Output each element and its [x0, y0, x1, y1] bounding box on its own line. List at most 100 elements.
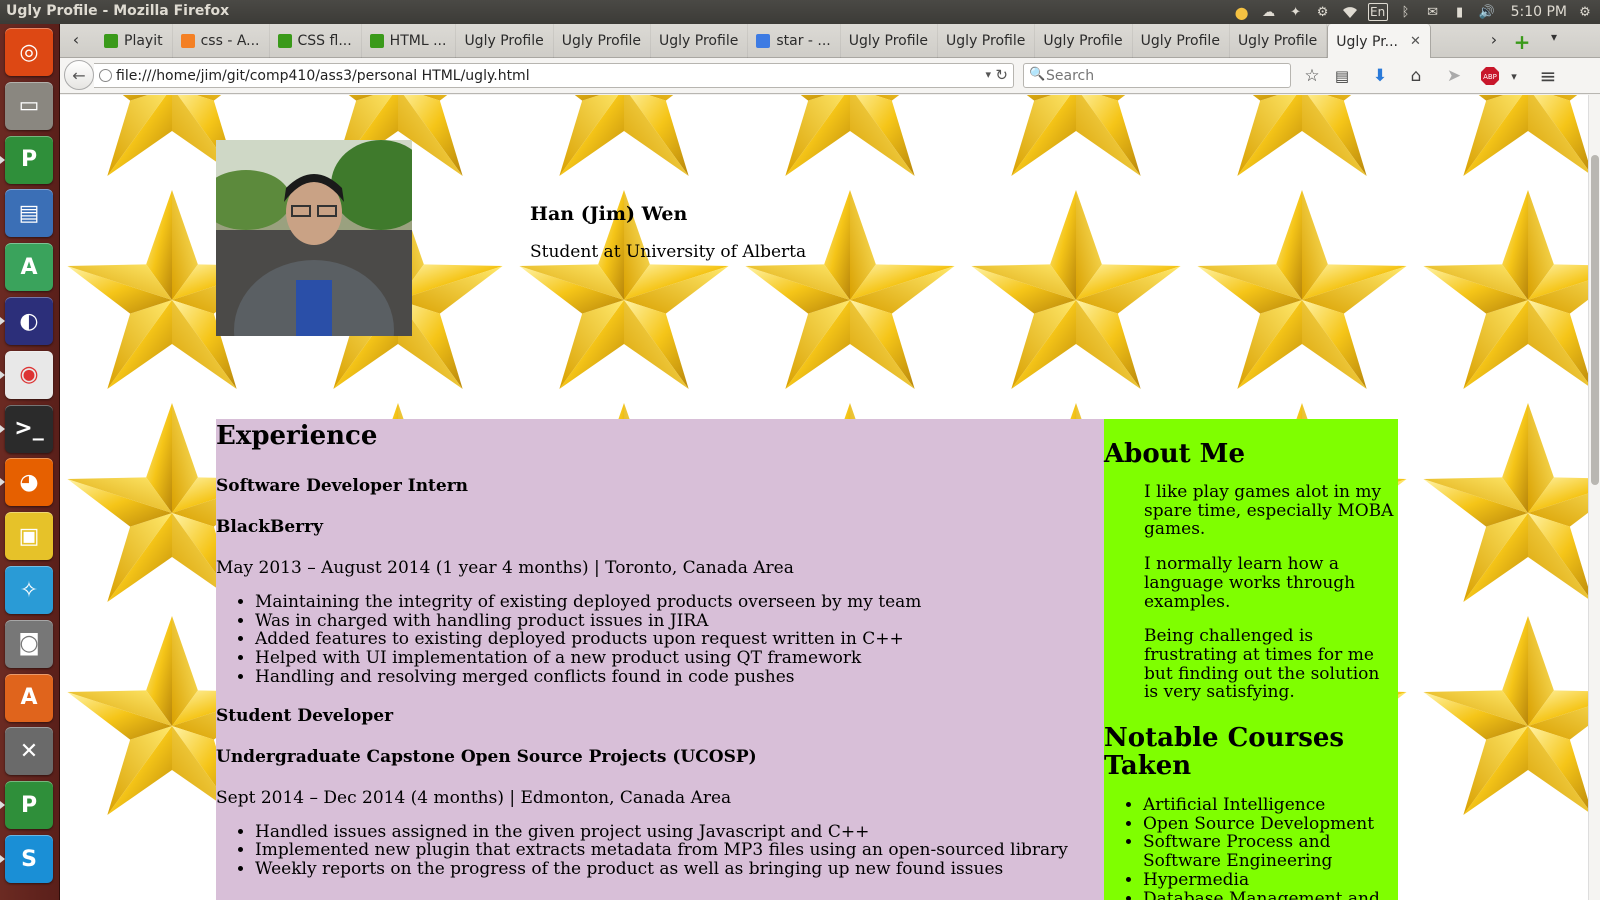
system-settings-icon[interactable]: ✕ [5, 727, 53, 776]
writer-icon[interactable]: ▤ [5, 189, 53, 238]
keyboard-layout-indicator[interactable]: En [1367, 3, 1388, 21]
top-panel: Ugly Profile - Mozilla Firefox ● ☁ ✦ ⚙ E… [0, 0, 1600, 24]
dropbox-icon[interactable]: ✦ [1287, 4, 1305, 20]
home-icon[interactable]: ⌂ [1404, 64, 1428, 88]
tab[interactable]: Ugly Profile [554, 24, 652, 58]
chrome-icon[interactable]: ◉ [5, 350, 53, 399]
job-duty: Was in charged with handling product iss… [255, 611, 1104, 631]
tab[interactable]: CSS fl... [270, 24, 362, 58]
tab[interactable]: Ugly Profile [1230, 24, 1328, 58]
search-input[interactable] [1046, 66, 1286, 86]
files-icon[interactable]: ▭ [5, 81, 53, 130]
tab[interactable]: HTML ... [362, 24, 457, 58]
tab-scroll-right-icon[interactable]: › [1484, 30, 1504, 52]
tab-scroll-left-icon[interactable]: ‹ [66, 30, 86, 52]
job-company: BlackBerry [216, 517, 323, 537]
tab-active[interactable]: Ugly Pr... ✕ [1327, 24, 1431, 59]
tab-label: Ugly Profile [561, 33, 642, 49]
site-identity-icon[interactable] [99, 69, 112, 82]
about-paragraph: I like play games alot in my spare time,… [1144, 482, 1394, 540]
about-me-section: About Me I like play games alot in my sp… [1104, 419, 1398, 900]
skype-icon[interactable]: S [5, 835, 53, 883]
reading-list-icon[interactable]: ▤ [1330, 64, 1354, 88]
url-text[interactable]: file:///home/jim/git/comp410/ass3/person… [116, 68, 530, 84]
star-shape [971, 190, 1181, 389]
about-paragraph: Being challenged is frustrating at times… [1144, 626, 1380, 703]
tab[interactable]: css - A... [173, 24, 270, 58]
back-button[interactable]: ← [64, 60, 94, 90]
star-shape [559, 95, 689, 176]
job-period: May 2013 – August 2014 (1 year 4 months)… [216, 558, 794, 578]
pocket-send-icon[interactable]: ➤ [1442, 64, 1466, 88]
menu-hamburger-icon[interactable]: ≡ [1536, 64, 1560, 88]
camera-icon[interactable]: ◙ [5, 619, 53, 668]
battery-icon[interactable]: ▮ [1451, 4, 1469, 20]
unity-launcher: ◎ ▭ P ▤ A ◐ ◉ >_ ◕ ▣ ✧ ◙ A ✕ P S [0, 24, 60, 900]
bluetooth-icon[interactable]: ᛒ [1397, 4, 1415, 20]
running-indicator [0, 424, 5, 433]
star-shape [1423, 616, 1600, 815]
sync-icon[interactable]: ☁ [1260, 4, 1278, 20]
tab[interactable]: Playit [96, 24, 173, 58]
job-duty: Weekly reports on the progress of the pr… [255, 860, 1104, 879]
tab[interactable]: star - ... [748, 24, 841, 58]
reload-icon[interactable]: ↻ [995, 66, 1008, 84]
page-scrollbar[interactable] [1588, 95, 1600, 900]
tab-close-icon[interactable]: ✕ [1410, 34, 1421, 49]
star-shape [745, 190, 955, 389]
window-title: Ugly Profile - Mozilla Firefox [6, 3, 230, 19]
pycharm-icon[interactable]: P [5, 135, 53, 184]
job-title: Student Developer [216, 705, 394, 726]
tab-strip: Playit css - A... CSS fl... HTML ... Ugly Pr… [96, 24, 1431, 59]
url-bar[interactable]: file:///home/jim/git/comp410/ass3/person… [94, 63, 1014, 88]
job-duty: Added features to existing deployed prod… [255, 630, 1104, 649]
url-history-dropdown-icon[interactable]: ▾ [985, 68, 991, 81]
android-studio-icon[interactable]: A [5, 243, 53, 292]
job-title: Software Developer Intern [216, 476, 469, 496]
cursor-tool-icon[interactable]: ✧ [5, 566, 53, 614]
running-indicator [0, 317, 5, 325]
power-gear-icon[interactable]: ⚙ [1576, 4, 1594, 20]
terminal-icon[interactable]: >_ [5, 404, 53, 453]
firefox-icon[interactable]: ◕ [5, 458, 53, 507]
pycharm-icon[interactable]: P [5, 781, 53, 830]
tab-bar: ‹ Playit css - A... CSS fl... HTML ... Ugly … [60, 24, 1600, 59]
tab[interactable]: Ugly Profile [1035, 24, 1133, 58]
tab-label: Ugly Profile [659, 33, 739, 49]
svg-text:ABP: ABP [1483, 73, 1497, 81]
tab[interactable]: Ugly Profile [456, 24, 554, 58]
course-item: Software Process and Software Engineerin… [1143, 833, 1398, 871]
search-box[interactable]: 🔍 [1023, 63, 1291, 88]
impress-icon[interactable]: ▣ [5, 512, 53, 561]
tab[interactable]: Ugly Profile [1133, 24, 1230, 58]
star-shape [1463, 95, 1593, 176]
eclipse-icon[interactable]: ◐ [5, 297, 53, 345]
tab[interactable]: Ugly Profile [651, 24, 749, 58]
downloads-icon[interactable]: ⬇ [1368, 64, 1392, 88]
scrollbar-thumb[interactable] [1591, 155, 1599, 485]
course-item: Open Source Development [1143, 815, 1398, 834]
software-center-icon[interactable]: A [5, 673, 53, 722]
back-arrow-icon: ← [72, 65, 86, 85]
new-tab-plus-icon[interactable]: + [1512, 30, 1532, 54]
tab-list-chevron-icon[interactable]: ▾ [1544, 30, 1564, 52]
volume-icon[interactable]: 🔊 [1478, 4, 1496, 20]
tab[interactable]: Ugly Profile [938, 24, 1036, 58]
tab-label: HTML ... [389, 33, 447, 49]
mail-icon[interactable]: ✉ [1424, 4, 1442, 20]
adblock-dropdown-icon[interactable]: ▾ [1502, 64, 1526, 88]
bookmark-star-icon[interactable]: ☆ [1300, 64, 1324, 88]
dash-home-icon[interactable]: ◎ [5, 28, 53, 76]
tab[interactable]: Ugly Profile [841, 24, 939, 58]
clock[interactable]: 5:10 PM [1511, 4, 1567, 20]
gear-icon[interactable]: ⚙ [1314, 4, 1332, 20]
star-shape [785, 95, 915, 176]
adblock-icon[interactable]: ABP [1478, 64, 1502, 88]
tab-label: CSS fl... [297, 33, 352, 49]
job-duties-list: Handled issues assigned in the given pro… [255, 822, 1104, 879]
about-paragraph: I normally learn how a language works th… [1144, 554, 1356, 612]
wifi-icon[interactable] [1341, 4, 1359, 20]
job-duty: Maintaining the integrity of existing de… [255, 593, 1104, 612]
clock-app-icon[interactable]: ● [1233, 3, 1251, 22]
running-indicator [0, 801, 5, 810]
